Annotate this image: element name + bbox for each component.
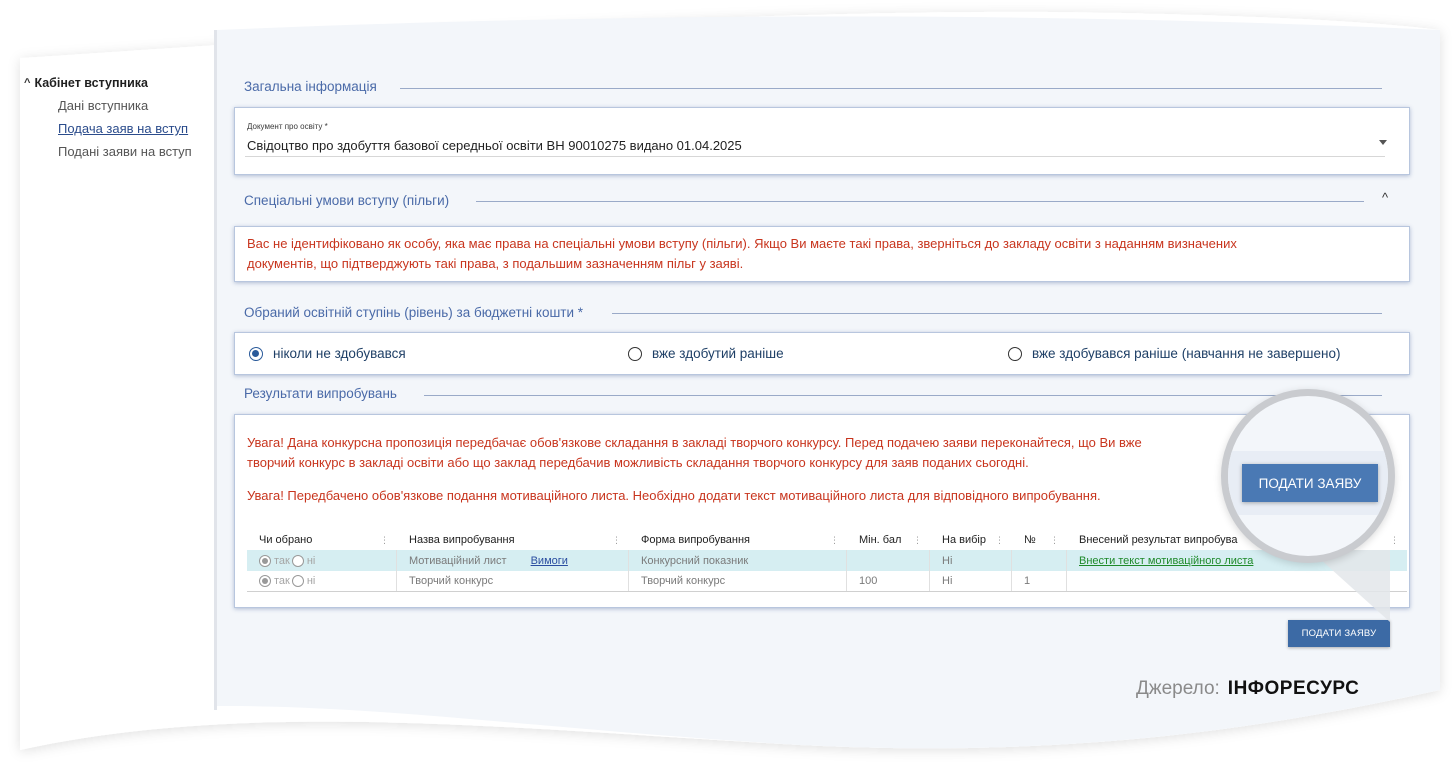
column-header[interactable]: Мін. бал ⋮ — [847, 529, 930, 550]
column-header[interactable]: Чи обрано ⋮ — [247, 529, 397, 550]
radio-checked-icon[interactable] — [249, 346, 263, 361]
column-header[interactable]: Форма випробування ⋮ — [629, 529, 847, 550]
table-row[interactable]: так ні Творчий конкурс Творчий конкурс 1… — [247, 571, 1407, 592]
section-title-results: Результати випробувань — [244, 386, 397, 401]
special-conditions-card: Вас не ідентифіковано як особу, яка має … — [234, 226, 1410, 282]
radio-no-icon[interactable] — [291, 575, 304, 587]
magnified-submit-button[interactable]: ПОДАТИ ЗАЯВУ — [1242, 464, 1378, 502]
magnifier-callout: ПОДАТИ ЗАЯВУ — [1221, 389, 1395, 563]
sidebar-heading[interactable]: ^ Кабінет вступника — [24, 76, 214, 90]
column-header[interactable]: Назва випробування ⋮ — [397, 529, 629, 550]
exam-name-cell: Творчий конкурс — [397, 571, 629, 591]
exam-form-cell: Творчий конкурс — [629, 571, 847, 591]
source-caption: Джерело: ІНФОРЕСУРС — [1136, 678, 1359, 700]
dropdown-arrow-icon[interactable] — [1379, 140, 1387, 145]
radio-yes-icon[interactable] — [259, 575, 271, 587]
results-table: Чи обрано ⋮ Назва випробування ⋮ Форма вип… — [247, 529, 1407, 592]
table-header-row: Чи обрано ⋮ Назва випробування ⋮ Форма вип… — [247, 529, 1407, 550]
document-field-label: Документ про освіту * — [247, 122, 328, 131]
requirements-link[interactable]: Вимоги — [531, 555, 568, 567]
choice-cell: Ні — [930, 571, 1012, 591]
motivation-warning: Увага! Передбачено обов'язкове подання м… — [247, 488, 1101, 503]
column-header[interactable]: № ⋮ — [1012, 529, 1067, 550]
enter-motivation-letter-link[interactable]: Внести текст мотиваційного листа — [1079, 555, 1253, 567]
number-cell: 1 — [1012, 571, 1067, 591]
min-score-cell: 100 — [847, 571, 930, 591]
creative-warning-line1: Увага! Дана конкурсна пропозиція передба… — [247, 435, 1142, 450]
choice-cell: Ні — [930, 550, 1012, 571]
selected-cell: так ні — [247, 550, 397, 571]
degree-option-label: ніколи не здобувався — [273, 346, 406, 361]
special-conditions-message-line1: Вас не ідентифіковано як особу, яка має … — [247, 236, 1237, 251]
special-conditions-message-line2: документів, що підтверджують такі права,… — [247, 256, 744, 271]
degree-option-label: вже здобутий раніше — [652, 346, 784, 361]
sidebar-divider — [214, 30, 217, 710]
column-header[interactable]: На вибір ⋮ — [930, 529, 1012, 550]
degree-card: ніколи не здобувався вже здобутий раніше… — [234, 332, 1410, 375]
exam-name-cell: Мотиваційний лист Вимоги — [397, 550, 629, 571]
sidebar-item-submit-applications[interactable]: Подача заяв на вступ — [58, 121, 214, 136]
table-row[interactable]: так ні Мотиваційний лист Вимоги Конкурсн… — [247, 550, 1407, 571]
section-divider — [476, 201, 1364, 202]
source-value: ІНФОРЕСУРС — [1227, 678, 1360, 699]
collapse-chevron-icon[interactable]: ^ — [1382, 190, 1388, 205]
degree-option-label: вже здобувався раніше (навчання не завер… — [1032, 346, 1341, 361]
select-underline — [245, 156, 1385, 157]
section-title-degree: Обраний освітній ступінь (рівень) за бюд… — [244, 305, 584, 320]
section-divider — [612, 313, 1382, 314]
degree-option-never[interactable]: ніколи не здобувався — [249, 346, 406, 361]
screenshot-stage: ^ Кабінет вступника Дані вступника Подач… — [0, 0, 1454, 778]
sidebar: ^ Кабінет вступника Дані вступника Подач… — [24, 76, 214, 159]
source-label: Джерело: — [1136, 678, 1220, 699]
section-title-special: Спеціальні умови вступу (пільги) — [244, 193, 450, 208]
number-cell — [1012, 550, 1067, 571]
exam-form-cell: Конкурсний показник — [629, 550, 847, 571]
creative-warning-line2: творчий конкурс в закладі освіти або що … — [247, 455, 1029, 470]
chevron-up-icon: ^ — [24, 77, 31, 89]
radio-no-icon[interactable] — [291, 554, 304, 567]
radio-icon[interactable] — [1008, 346, 1022, 361]
section-divider — [424, 395, 1382, 396]
selected-cell: так ні — [247, 571, 397, 591]
radio-icon[interactable] — [628, 346, 642, 361]
section-title-general: Загальна інформація — [244, 79, 377, 94]
radio-yes-icon[interactable] — [259, 554, 271, 567]
sidebar-item-submitted-applications[interactable]: Подані заяви на вступ — [58, 144, 214, 159]
section-divider — [400, 88, 1382, 89]
min-score-cell — [847, 550, 930, 571]
degree-option-obtained[interactable]: вже здобутий раніше — [628, 346, 784, 361]
degree-option-unfinished[interactable]: вже здобувався раніше (навчання не завер… — [1008, 346, 1340, 361]
document-select[interactable]: Свідоцтво про здобуття базової середньої… — [247, 138, 742, 153]
education-document-card: Документ про освіту * Свідоцтво про здоб… — [234, 107, 1410, 175]
sidebar-item-applicant-data[interactable]: Дані вступника — [58, 98, 214, 113]
sidebar-heading-label: Кабінет вступника — [34, 76, 148, 90]
